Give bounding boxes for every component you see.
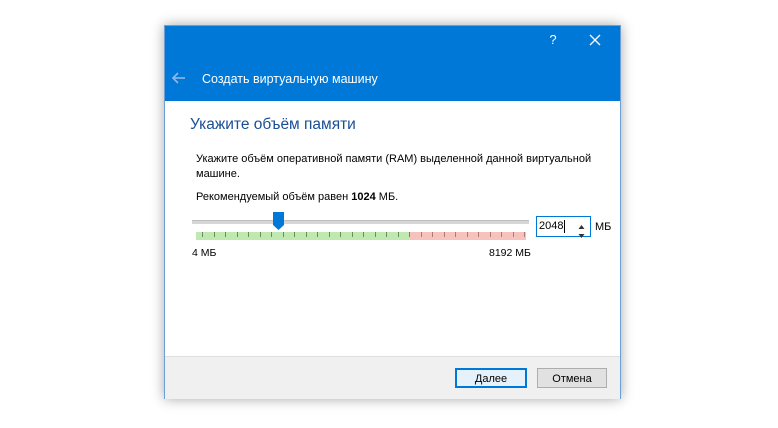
back-button[interactable] (171, 71, 187, 85)
recommend-suffix: МБ. (375, 191, 399, 203)
scale-tick (490, 232, 491, 237)
scale-tick (409, 232, 410, 237)
scale-tick (214, 232, 215, 237)
scale-tick (432, 232, 433, 237)
scale-tick (421, 232, 422, 237)
scale-tick (363, 232, 364, 237)
scale-tick (225, 232, 226, 237)
scale-tick (271, 232, 272, 237)
scale-tick (306, 232, 307, 237)
memory-spinbox[interactable]: 2048 (536, 216, 591, 238)
scale-tick (329, 232, 330, 237)
text-caret (564, 220, 565, 233)
scale-tick (202, 232, 203, 237)
scale-tick (375, 232, 376, 237)
close-button[interactable] (586, 31, 604, 49)
page-heading: Укажите объём памяти (190, 116, 356, 133)
scale-tick (248, 232, 249, 237)
memory-scale (196, 232, 526, 240)
scale-min-label: 4 МБ (192, 247, 217, 259)
scale-tick (352, 232, 353, 237)
scale-tick (294, 232, 295, 237)
spin-buttons (575, 218, 588, 238)
scale-tick (237, 232, 238, 237)
memory-slider-thumb[interactable] (273, 212, 284, 230)
scale-tick (501, 232, 502, 237)
close-icon (589, 34, 601, 46)
scale-safe-range (196, 232, 410, 240)
recommended-memory: Рекомендуемый объём равен 1024 МБ. (196, 191, 398, 203)
scale-tick (455, 232, 456, 237)
scale-tick (444, 232, 445, 237)
scale-tick (467, 232, 468, 237)
help-button[interactable]: ? (547, 32, 559, 50)
scale-tick (398, 232, 399, 237)
scale-tick (524, 232, 525, 237)
button-bar: Далее Отмена (165, 356, 620, 399)
scale-tick (283, 232, 284, 237)
memory-unit: МБ (595, 221, 612, 233)
spin-down-button[interactable] (575, 227, 588, 238)
recommend-value: 1024 (351, 191, 376, 203)
create-vm-dialog: ? Создать виртуальную машину Укажите объ… (164, 25, 621, 399)
slider-thumb-icon (273, 212, 284, 230)
scale-tick (513, 232, 514, 237)
memory-description: Укажите объём оперативной памяти (RAM) в… (196, 153, 592, 180)
scale-max-label: 8192 МБ (489, 247, 531, 259)
spin-down-icon (578, 234, 585, 238)
memory-slider-track[interactable] (192, 220, 529, 224)
spin-up-button[interactable] (575, 218, 588, 229)
scale-unsafe-range (410, 232, 526, 240)
scale-tick (317, 232, 318, 237)
back-arrow-icon (171, 72, 185, 84)
cancel-button[interactable]: Отмена (537, 368, 607, 388)
wizard-title: Создать виртуальную машину (202, 72, 378, 86)
scale-tick (386, 232, 387, 237)
next-button[interactable]: Далее (455, 368, 527, 388)
scale-tick (260, 232, 261, 237)
recommend-prefix: Рекомендуемый объём равен (196, 191, 352, 203)
scale-tick (340, 232, 341, 237)
title-bar: ? Создать виртуальную машину (165, 26, 620, 101)
scale-tick (478, 232, 479, 237)
memory-input[interactable]: 2048 (539, 220, 563, 232)
